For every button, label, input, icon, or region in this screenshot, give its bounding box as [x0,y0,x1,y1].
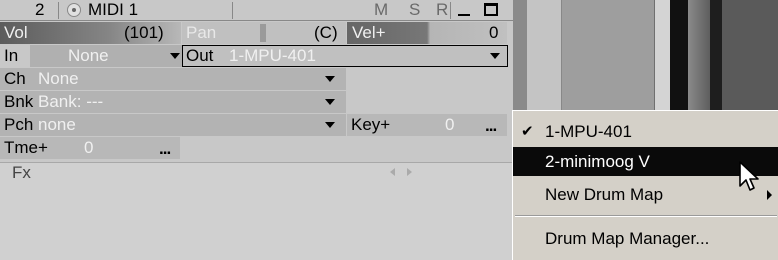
input-label: In [4,46,19,65]
track-panel: 2 MIDI 1 M S R Vol (101) Pan (C) Vel+ 0 … [0,0,513,260]
mute-button[interactable]: M [374,0,388,20]
delay-more-button[interactable]: ... [159,140,171,157]
pan-label: Pan [186,23,217,42]
pan-value: (C) [314,23,338,42]
fx-row: Fx [0,162,513,184]
delay-field[interactable]: Tme+ 0 ... [0,137,180,159]
track-number: 2 [35,0,45,19]
scroll-right-icon[interactable] [407,168,412,176]
channel-value: None [38,69,79,88]
chevron-down-icon [325,99,335,105]
velocity-slider[interactable]: Vel+ 0 [347,22,507,44]
channel-label: Ch [4,69,26,88]
track-header: 2 MIDI 1 M S R [0,0,513,21]
checkmark-icon: ✔ [521,123,534,140]
program-row: Pch none Key+ 0 ... [0,114,513,136]
solo-button[interactable]: S [409,0,420,20]
output-dropdown[interactable]: Out 1-MPU-401 [182,45,508,67]
volume-value: (101) [124,23,164,42]
divider [232,2,233,19]
io-row: In None Out 1-MPU-401 [0,45,513,67]
delay-label: Tme+ [4,138,48,157]
divider [450,2,451,19]
channel-dropdown[interactable]: Ch None [0,68,346,90]
midi-port-icon [67,3,81,17]
velocity-value: 0 [489,23,499,42]
channel-row: Ch None [0,68,513,90]
input-value: None [68,46,109,65]
mouse-cursor-icon [739,161,759,191]
menu-item-1-mpu-401[interactable]: ✔ 1-MPU-401 [513,117,778,146]
pan-slider[interactable]: Pan (C) [182,22,346,44]
bank-label: Bnk [4,92,34,111]
input-dropdown[interactable]: None [30,45,182,67]
pan-handle[interactable] [260,24,266,42]
output-value: 1-MPU-401 [229,46,316,65]
chevron-down-icon [490,53,500,59]
bank-row: Bnk Bank: --- [0,91,513,113]
transpose-label: Key+ [351,115,391,134]
menu-item-drum-map-manager[interactable]: Drum Map Manager... [513,224,778,253]
menu-separator [515,215,777,217]
bank-dropdown[interactable]: Bnk Bank: --- [0,91,346,113]
minimize-icon[interactable] [458,14,470,16]
track-name[interactable]: MIDI 1 [88,0,138,20]
scroll-left-icon[interactable] [390,168,395,176]
chevron-down-icon [170,53,180,59]
program-value: none [38,115,76,134]
transpose-more-button[interactable]: ... [485,117,497,134]
transpose-value: 0 [445,115,455,134]
chevron-down-icon [325,76,335,82]
output-label: Out [186,46,214,65]
record-button[interactable]: R [436,0,448,20]
program-label: Pch [4,115,34,134]
fx-area [0,184,513,260]
delay-value: 0 [84,138,94,157]
transpose-field[interactable]: Key+ 0 ... [347,114,507,136]
chevron-down-icon [325,122,335,128]
bank-value: Bank: --- [38,92,104,111]
volume-row: Vol (101) Pan (C) Vel+ 0 [0,22,513,44]
volume-slider[interactable]: Vol (101) [0,22,181,44]
submenu-arrow-icon [767,190,772,200]
velocity-label: Vel+ [352,23,386,42]
program-dropdown[interactable]: Pch none [0,114,346,136]
fx-label: Fx [12,163,31,182]
delay-row: Tme+ 0 ... [0,137,513,159]
volume-label: Vol [4,23,28,42]
divider [58,2,59,19]
maximize-icon[interactable] [484,3,498,16]
